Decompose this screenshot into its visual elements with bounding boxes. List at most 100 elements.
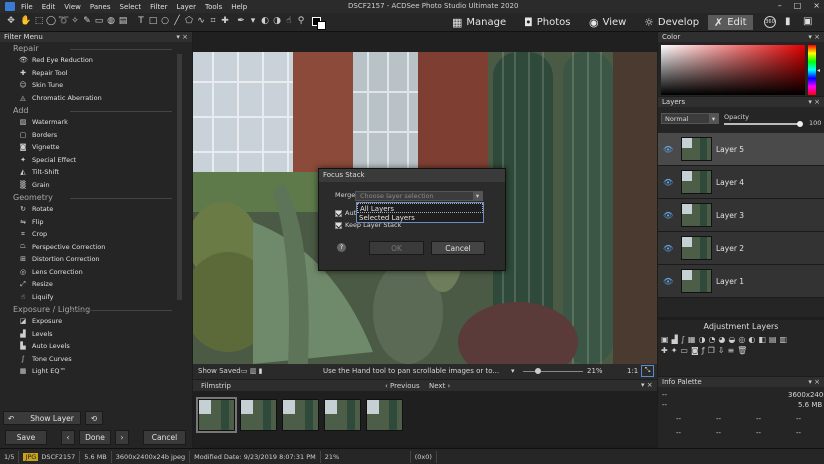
filter-repair-tool[interactable]: ✚ Repair Tool (0, 67, 192, 80)
gradient-icon[interactable]: ▤ (118, 16, 128, 26)
layer-row[interactable]: 👁 Layer 5 (658, 133, 824, 166)
color-eq-icon[interactable]: ◔ (708, 335, 718, 344)
menu-icon[interactable]: ≡ (727, 346, 737, 355)
opacity-slider-handle[interactable] (797, 121, 803, 127)
white-balance-icon[interactable]: ◑ (698, 335, 708, 344)
polygon-shape-icon[interactable]: ⬠ (184, 16, 194, 26)
filter-rotate[interactable]: ↻ Rotate (0, 203, 192, 216)
lasso-icon[interactable]: ➰ (58, 16, 69, 26)
dashboard-icon[interactable]: ▮ (785, 16, 791, 27)
show-layer-button[interactable]: ↶ Show Layer (3, 411, 81, 425)
layer-selection-dropdown[interactable]: Choose layer selection ▾ (355, 191, 483, 201)
ellipse-select-icon[interactable]: ◯ (46, 16, 56, 26)
close-icon[interactable]: × (813, 1, 820, 10)
copy-icon[interactable]: ❐ (708, 346, 718, 355)
mode-photos-button[interactable]: ◘ Photos (524, 15, 570, 30)
invert-icon[interactable]: ◧ (758, 335, 769, 344)
dodge-icon[interactable]: ◐ (260, 16, 270, 26)
line-shape-icon[interactable]: ╱ (172, 16, 182, 26)
move-tool-icon[interactable]: ✥ (6, 16, 16, 26)
eyedropper-icon[interactable]: ⚲ (296, 16, 306, 26)
menu-edit[interactable]: Edit (42, 3, 56, 11)
panel-pin-icon[interactable]: ▾ × (176, 33, 188, 41)
magic-wand-icon[interactable]: ✧ (70, 16, 80, 26)
visibility-eye-icon[interactable]: 👁 (663, 145, 673, 154)
360-icon[interactable]: 360 (764, 16, 776, 28)
filter-distortion-correction[interactable]: ⊞ Distortion Correction (0, 253, 192, 266)
ok-button[interactable]: OK (369, 241, 424, 255)
filter-grain[interactable]: ▒ Grain (0, 179, 192, 192)
filter-resize[interactable]: ⤢ Resize (0, 278, 192, 291)
filter-perspective-correction[interactable]: ⏢ Perspective Correction (0, 241, 192, 254)
menu-file[interactable]: File (21, 3, 33, 11)
filter-levels[interactable]: ▟ Levels (0, 328, 192, 341)
rect-select-icon[interactable]: ⬚ (34, 16, 44, 26)
mode-edit-button[interactable]: ✗ Edit (708, 15, 753, 30)
save-button[interactable]: Save (5, 430, 47, 445)
filter-crop[interactable]: ⌗ Crop (0, 228, 192, 241)
blend-mode-select[interactable]: Normal ▾ (661, 113, 719, 124)
color-picker-field[interactable] (661, 45, 805, 95)
adjustment-icons-grid[interactable]: ▣▟∫▦◑◔◕◒◎◐◧▤▥ ✚✦▭◙ƒ❐⇩≡🗑 (661, 334, 821, 356)
hue-slider[interactable] (808, 45, 816, 95)
ellipse-shape-icon[interactable]: ○ (160, 16, 170, 26)
panel-pin-icon[interactable]: ▾ × (641, 381, 653, 389)
opacity-slider[interactable] (724, 123, 800, 125)
exposure-icon[interactable]: ▣ (661, 335, 672, 344)
reset-button[interactable]: ⟲ (85, 411, 103, 425)
calendar-icon[interactable]: ▣ (803, 16, 812, 27)
cancel-button[interactable]: Cancel (143, 430, 186, 445)
crop-tool-icon[interactable]: ⌗ (208, 16, 218, 26)
filmstrip-thumbnail[interactable] (324, 399, 361, 431)
filter-borders[interactable]: ▢ Borders (0, 129, 192, 142)
visibility-eye-icon[interactable]: 👁 (663, 178, 673, 187)
zoom-slider[interactable] (523, 371, 583, 372)
zoom-menu-icon[interactable]: ▾ (511, 367, 515, 375)
filter-watermark[interactable]: ▨ Watermark (0, 116, 192, 129)
filter-skin-tune[interactable]: ☺ Skin Tune (0, 79, 192, 92)
filmstrip-next-button[interactable]: Next › (429, 382, 450, 390)
visibility-eye-icon[interactable]: 👁 (663, 211, 673, 220)
levels-icon[interactable]: ▟ (672, 335, 681, 344)
hand-tool-icon[interactable]: ✋ (20, 16, 31, 26)
smudge-icon[interactable]: ☝ (284, 16, 294, 26)
brush-select-icon[interactable]: ✎ (82, 16, 92, 26)
keep-layer-stack-checkbox[interactable] (335, 221, 342, 229)
mode-view-button[interactable]: ◉ View (589, 15, 626, 30)
curves-icon[interactable]: ∫ (681, 335, 688, 344)
mode-manage-button[interactable]: ▦ Manage (452, 15, 506, 30)
visibility-eye-icon[interactable]: 👁 (663, 244, 673, 253)
mask-icon[interactable]: ◙ (691, 346, 702, 355)
background-color-swatch[interactable] (317, 21, 326, 30)
actual-size-button[interactable]: 1:1 (627, 367, 638, 375)
done-button[interactable]: Done (79, 430, 111, 445)
menu-layer[interactable]: Layer (176, 3, 196, 11)
filmstrip-thumbnail[interactable] (240, 399, 277, 431)
text-tool-icon[interactable]: T (136, 16, 146, 26)
filter-lens-correction[interactable]: ◎ Lens Correction (0, 266, 192, 279)
menu-filter[interactable]: Filter (150, 3, 167, 11)
threshold-icon[interactable]: ▥ (779, 335, 790, 344)
minimize-icon[interactable]: – (778, 1, 782, 10)
option-all-layers[interactable]: All Layers (357, 203, 483, 213)
layer-row[interactable]: 👁 Layer 2 (658, 232, 824, 265)
filter-light-eq[interactable]: ▦ Light EQ™ (0, 365, 192, 378)
split-tone-icon[interactable]: ◒ (728, 335, 738, 344)
dialog-cancel-button[interactable]: Cancel (431, 241, 485, 255)
filter-vignette[interactable]: ◙ Vignette (0, 141, 192, 154)
next-image-button[interactable]: › (115, 430, 129, 445)
filter-chromatic-aberration[interactable]: ◬ Chromatic Aberration (0, 92, 192, 105)
filter-list-scrollbar[interactable] (177, 54, 182, 300)
help-icon[interactable]: ? (337, 243, 346, 252)
auto-checkbox[interactable] (335, 209, 342, 217)
heal-tool-icon[interactable]: ✚ (220, 16, 230, 26)
filter-red-eye-reduction[interactable]: 👁 Red Eye Reduction (0, 54, 192, 67)
option-selected-layers[interactable]: Selected Layers (357, 213, 483, 223)
compare-icon[interactable]: ▭ ▥ ▮ (241, 367, 263, 375)
pen-icon[interactable]: ✒ (236, 16, 246, 26)
menu-select[interactable]: Select (120, 3, 142, 11)
hue-pointer-icon[interactable]: ◂ (817, 67, 820, 74)
filter-auto-levels[interactable]: ▙ Auto Levels (0, 340, 192, 353)
color-balance-icon[interactable]: ◕ (718, 335, 728, 344)
layer-row[interactable]: 👁 Layer 3 (658, 199, 824, 232)
